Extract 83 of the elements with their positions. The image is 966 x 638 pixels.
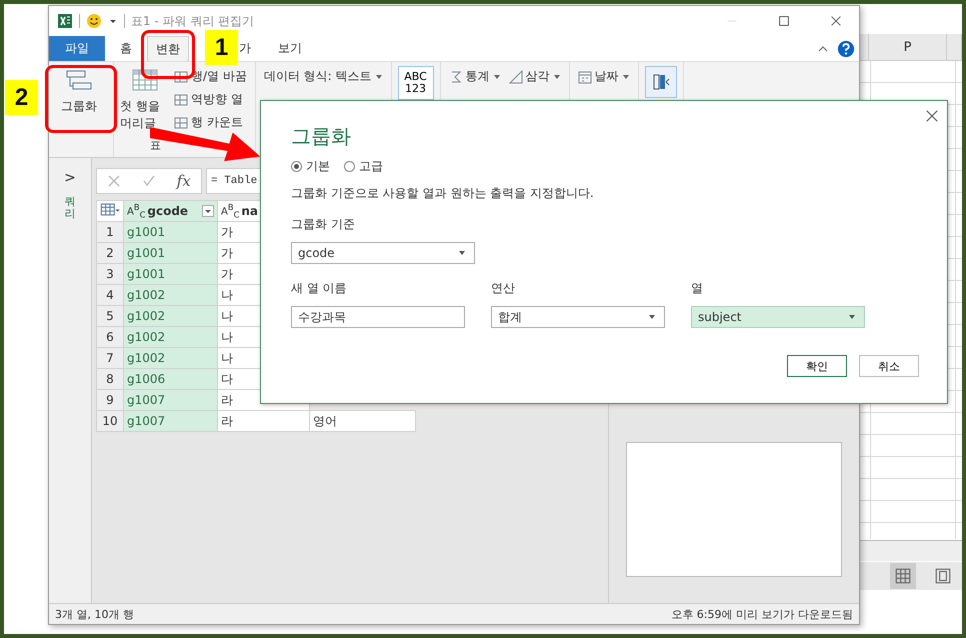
caret-icon (622, 72, 630, 80)
row-number: 1 (96, 222, 124, 242)
ribbon-tab[interactable]: 보기 (265, 36, 315, 61)
dialog-button[interactable]: 확인 (787, 355, 847, 377)
ribbon-tab[interactable]: 가 (239, 36, 265, 61)
trigonometry-button[interactable]: 삼각 (506, 66, 563, 87)
smiley-icon[interactable] (86, 13, 102, 29)
window-title: 표1 - 파워 쿼리 편집기 (131, 12, 254, 30)
calendar-icon (578, 70, 592, 84)
ribbon-command[interactable]: 역방향 열 (172, 89, 249, 110)
name-input[interactable]: 수강과목 (291, 306, 465, 328)
table-cell: g1001 (124, 264, 218, 284)
detect-type-button[interactable]: ABC 123 (398, 66, 434, 100)
group-by-dropdown[interactable]: gcode (291, 242, 475, 264)
table-cell: g1002 (124, 306, 218, 326)
table-cell: g1002 (124, 348, 218, 368)
ribbon-tab[interactable]: 홈 (105, 36, 147, 61)
table-icon (130, 68, 160, 92)
row-number: 5 (96, 306, 124, 326)
close-icon[interactable] (925, 109, 939, 123)
status-text: 3개 열, 10개 행 (55, 606, 134, 622)
group-by-button[interactable]: 그룹화 (51, 66, 107, 117)
ribbon-command[interactable]: 행 카운트 (172, 112, 249, 133)
dropdown[interactable]: 합계 (491, 306, 665, 328)
row-number: 9 (96, 390, 124, 410)
description-text: 그룹화 기준으로 사용할 열과 원하는 출력을 지정합니다. (291, 185, 595, 202)
caret-icon (458, 249, 466, 257)
table-cell: g1006 (124, 368, 218, 390)
grid-view-icon[interactable] (890, 563, 916, 589)
statistics-button[interactable]: 통계 (446, 66, 503, 87)
radio-option[interactable]: 기본 (291, 158, 330, 175)
dialog-button[interactable]: 취소 (859, 355, 919, 377)
step-number: 1 (205, 30, 238, 65)
field-label: 연산 (491, 280, 516, 297)
caret-icon (492, 72, 501, 80)
column-header: P (869, 34, 947, 60)
row-number: 2 (96, 242, 124, 264)
queries-pane-label[interactable]: 쿼리 (64, 196, 76, 220)
row-number: 10 (96, 410, 124, 432)
ribbon-tab[interactable]: 파일 (49, 36, 105, 61)
grid-icon (174, 92, 188, 106)
check-icon[interactable] (142, 174, 156, 188)
table-cell: g1002 (124, 326, 218, 348)
row-number: 7 (96, 348, 124, 368)
function-label[interactable]: fx (176, 172, 191, 190)
row-number: 4 (96, 284, 124, 306)
table-menu-icon[interactable] (96, 200, 124, 222)
triangle-icon (508, 70, 523, 84)
table-cell: g1007 (124, 410, 218, 432)
date-button[interactable]: 날짜 (576, 66, 632, 87)
ribbon-tab[interactable]: 변환 (147, 36, 189, 61)
table-cell: g1002 (124, 284, 218, 306)
radio-option[interactable]: 고급 (344, 158, 383, 175)
table-cell: 라 (218, 410, 310, 432)
highlight-frame (45, 65, 117, 133)
status-text: 오후 6:59에 미리 보기가 다운로드됨 (671, 606, 853, 622)
field-label: 열 (691, 280, 704, 297)
caret-icon (848, 313, 856, 321)
filter-dropdown-icon[interactable] (202, 204, 214, 217)
caret-icon (552, 72, 561, 80)
caret-icon (374, 72, 383, 80)
expand-column-icon[interactable] (644, 66, 677, 98)
group-label: 표 (150, 138, 161, 153)
row-number: 3 (96, 264, 124, 284)
group-icon (64, 68, 94, 92)
dropdown[interactable]: subject (691, 306, 865, 328)
table-cell: g1001 (124, 242, 218, 264)
row-number: 6 (96, 326, 124, 348)
table-cell: g1007 (124, 390, 218, 410)
help-icon[interactable] (837, 40, 855, 58)
dialog-title: 그룹화 (291, 123, 352, 150)
spreadsheet-icon (57, 13, 73, 29)
table-cell: 영어 (310, 410, 416, 432)
row-number: 8 (96, 368, 124, 390)
expand-toggle[interactable]: > (64, 170, 76, 186)
caret-icon (648, 313, 656, 321)
data-type-dropdown[interactable]: 데이터 형식: 텍스트 (262, 66, 385, 87)
table-cell: g1001 (124, 222, 218, 242)
grid-icon (174, 116, 188, 130)
step-number: 2 (5, 80, 38, 115)
grid-icon (174, 70, 188, 84)
column-header[interactable]: A$^{B}$$_{C}$ gcode (124, 200, 218, 222)
ribbon-command[interactable]: 행/열 바꿈 (172, 66, 249, 87)
